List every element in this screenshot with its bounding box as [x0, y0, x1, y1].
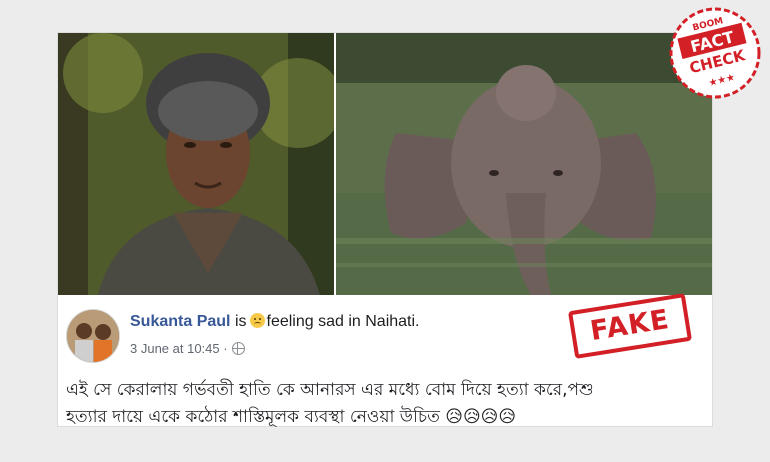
is-word: is	[234, 313, 247, 330]
globe-icon[interactable]	[231, 342, 245, 355]
photo-elephant[interactable]	[336, 33, 712, 295]
post-header: Sukanta Paul is feeling sad in Naihati. 3…	[58, 293, 712, 427]
post-meta: 3 June at 10:45 ·	[130, 341, 245, 356]
author-name[interactable]: Sukanta Paul	[130, 313, 230, 330]
post-author-line: Sukanta Paul is feeling sad in Naihati.	[130, 313, 419, 331]
boom-fact-check-badge: BOOM FACT CHECK ★★★	[666, 4, 764, 102]
fake-stamp: FAKE	[567, 293, 693, 359]
post-timestamp[interactable]: 3 June at 10:45 ·	[130, 341, 228, 356]
post-photos	[58, 33, 712, 295]
post-text: এই সে কেরালায় গর্ভবতী হাতি কে আনারস এর …	[66, 377, 686, 431]
post-text-line: এই সে কেরালায় গর্ভবতী হাতি কে আনারস এর …	[66, 380, 594, 400]
avatar[interactable]	[66, 309, 120, 363]
post-text-line: হত্যার দায়ে একে কঠোর শাস্তিমূলক ব্যবস্থ…	[66, 407, 517, 427]
photo-man[interactable]	[58, 33, 334, 295]
feeling-text: feeling sad in Naihati.	[266, 313, 420, 330]
sad-face-icon	[249, 313, 265, 328]
facebook-post-screenshot: Sukanta Paul is feeling sad in Naihati. 3…	[58, 33, 712, 427]
